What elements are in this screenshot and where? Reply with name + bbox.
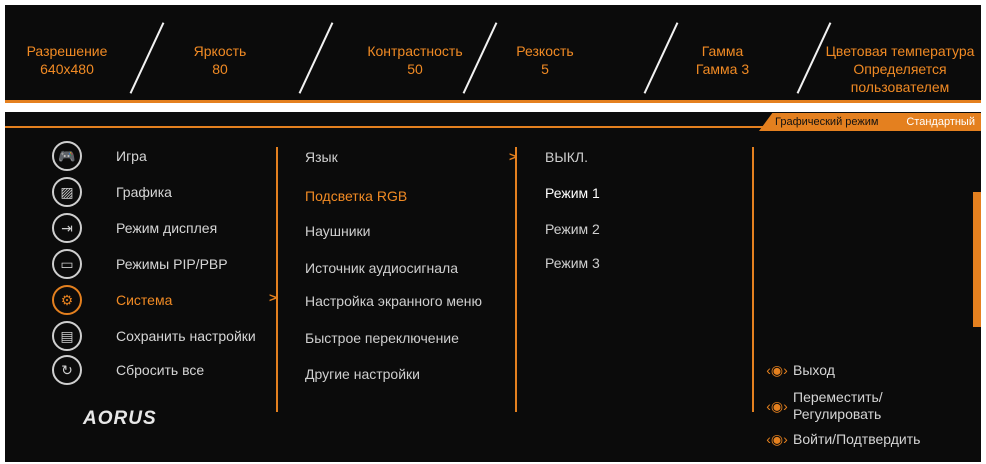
picture-mode-label: Графический режим	[775, 116, 879, 128]
mode-line	[5, 126, 765, 128]
sub-item-rgb-light[interactable]: Подсветка RGB	[305, 188, 407, 204]
stat-sharpness-value: 5	[541, 61, 549, 77]
stat-color-temperature: Цветовая температура Определяется пользо…	[820, 42, 980, 96]
separator	[298, 22, 334, 94]
hint-move-adjust: ‹◉› Переместить/ Регулировать	[761, 389, 883, 423]
column-divider	[276, 147, 278, 412]
menu-item-save-settings[interactable]: ▤ Сохранить настройки	[52, 319, 256, 353]
menu-item-label: Сохранить настройки	[116, 328, 256, 344]
hint-enter-confirm: ‹◉› Войти/Подтвердить	[761, 431, 920, 448]
hint-exit-label: Выход	[793, 362, 835, 378]
stat-gamma-label: Гамма	[701, 43, 744, 59]
menu-item-pip-pbp[interactable]: ▭ Режимы PIP/PBP	[52, 247, 228, 281]
stat-contrast: Контрастность 50	[355, 42, 475, 78]
menu-item-display[interactable]: ⇥ Режим дисплея	[52, 211, 217, 245]
option-mode-2[interactable]: Режим 2	[545, 221, 600, 237]
stat-resolution-label: Разрешение	[26, 43, 108, 59]
stat-gamma-value: Гамма 3	[695, 61, 750, 77]
hint-move-line-1: Переместить/	[793, 389, 883, 405]
sub-item-language[interactable]: Язык	[305, 149, 338, 165]
stat-sharpness-label: Резкость	[516, 43, 574, 59]
picture-mode-value: Стандартный	[906, 116, 975, 128]
status-bar: Разрешение 640x480 Яркость 80 Контрастно…	[5, 5, 981, 103]
stat-gamma: Гамма Гамма 3	[670, 42, 775, 78]
menu-item-reset-all[interactable]: ↻ Сбросить все	[52, 353, 204, 387]
pip-icon: ▭	[52, 249, 82, 279]
picture-icon: ▨	[52, 177, 82, 207]
menu-item-system[interactable]: ⚙ Система	[52, 283, 172, 317]
stat-resolution-value: 640x480	[40, 61, 94, 77]
separator	[129, 22, 165, 94]
chevron-right-icon: >	[269, 290, 277, 305]
sub-item-headphones[interactable]: Наушники	[305, 223, 370, 239]
hint-move-label: Переместить/ Регулировать	[793, 389, 883, 423]
stat-sharpness: Резкость 5	[505, 42, 585, 78]
menu-item-label: Сбросить все	[116, 362, 205, 378]
joystick-icon: ‹◉›	[766, 397, 788, 414]
save-icon: ▤	[52, 321, 82, 351]
stat-brightness: Яркость 80	[180, 42, 260, 78]
stat-color-temp-value-2: пользователем	[850, 79, 950, 95]
menu-item-label: Графика	[116, 184, 172, 200]
joystick-icon: ‹◉›	[766, 362, 788, 378]
stat-color-temp-label: Цветовая температура	[825, 43, 975, 59]
stat-brightness-label: Яркость	[193, 43, 247, 59]
menu-item-label: Режимы PIP/PBP	[116, 256, 228, 272]
sub-item-osd-settings[interactable]: Настройка экранного меню	[305, 293, 482, 309]
sub-item-audio-source[interactable]: Источник аудиосигнала	[305, 260, 458, 276]
side-tab	[973, 192, 981, 327]
menu-item-label: Система	[116, 292, 173, 308]
menu-item-label: Игра	[116, 148, 147, 164]
hint-enter-label: Войти/Подтвердить	[793, 431, 921, 447]
sub-item-other-settings[interactable]: Другие настройки	[305, 366, 420, 382]
column-divider	[515, 147, 517, 412]
hint-exit: ‹◉› Выход	[761, 362, 835, 379]
stat-color-temp-value: Определяется	[853, 61, 947, 77]
column-divider	[752, 147, 754, 412]
stat-brightness-value: 80	[212, 61, 228, 77]
gamepad-icon: 🎮	[52, 141, 82, 171]
option-mode-1[interactable]: Режим 1	[545, 185, 600, 201]
option-off[interactable]: ВЫКЛ.	[545, 149, 588, 165]
sub-item-quick-switch[interactable]: Быстрое переключение	[305, 330, 459, 346]
gear-icon: ⚙	[52, 285, 82, 315]
aorus-logo: AORUS	[83, 408, 157, 429]
osd-panel: Графический режим Стандартный 🎮 Игра ▨ Г…	[5, 112, 981, 462]
reset-icon: ↻	[52, 355, 82, 385]
option-mode-3[interactable]: Режим 3	[545, 255, 600, 271]
stat-resolution: Разрешение 640x480	[17, 42, 117, 78]
stat-contrast-label: Контрастность	[367, 43, 463, 59]
menu-item-label: Режим дисплея	[116, 220, 218, 236]
picture-mode-bar: Графический режим Стандартный	[759, 113, 981, 131]
input-icon: ⇥	[52, 213, 82, 243]
joystick-icon: ‹◉›	[766, 431, 788, 447]
hint-move-line-2: Регулировать	[793, 406, 882, 422]
stat-contrast-value: 50	[407, 61, 423, 77]
menu-item-picture[interactable]: ▨ Графика	[52, 175, 172, 209]
menu-item-game[interactable]: 🎮 Игра	[52, 139, 147, 173]
chevron-right-icon: >	[509, 149, 517, 164]
